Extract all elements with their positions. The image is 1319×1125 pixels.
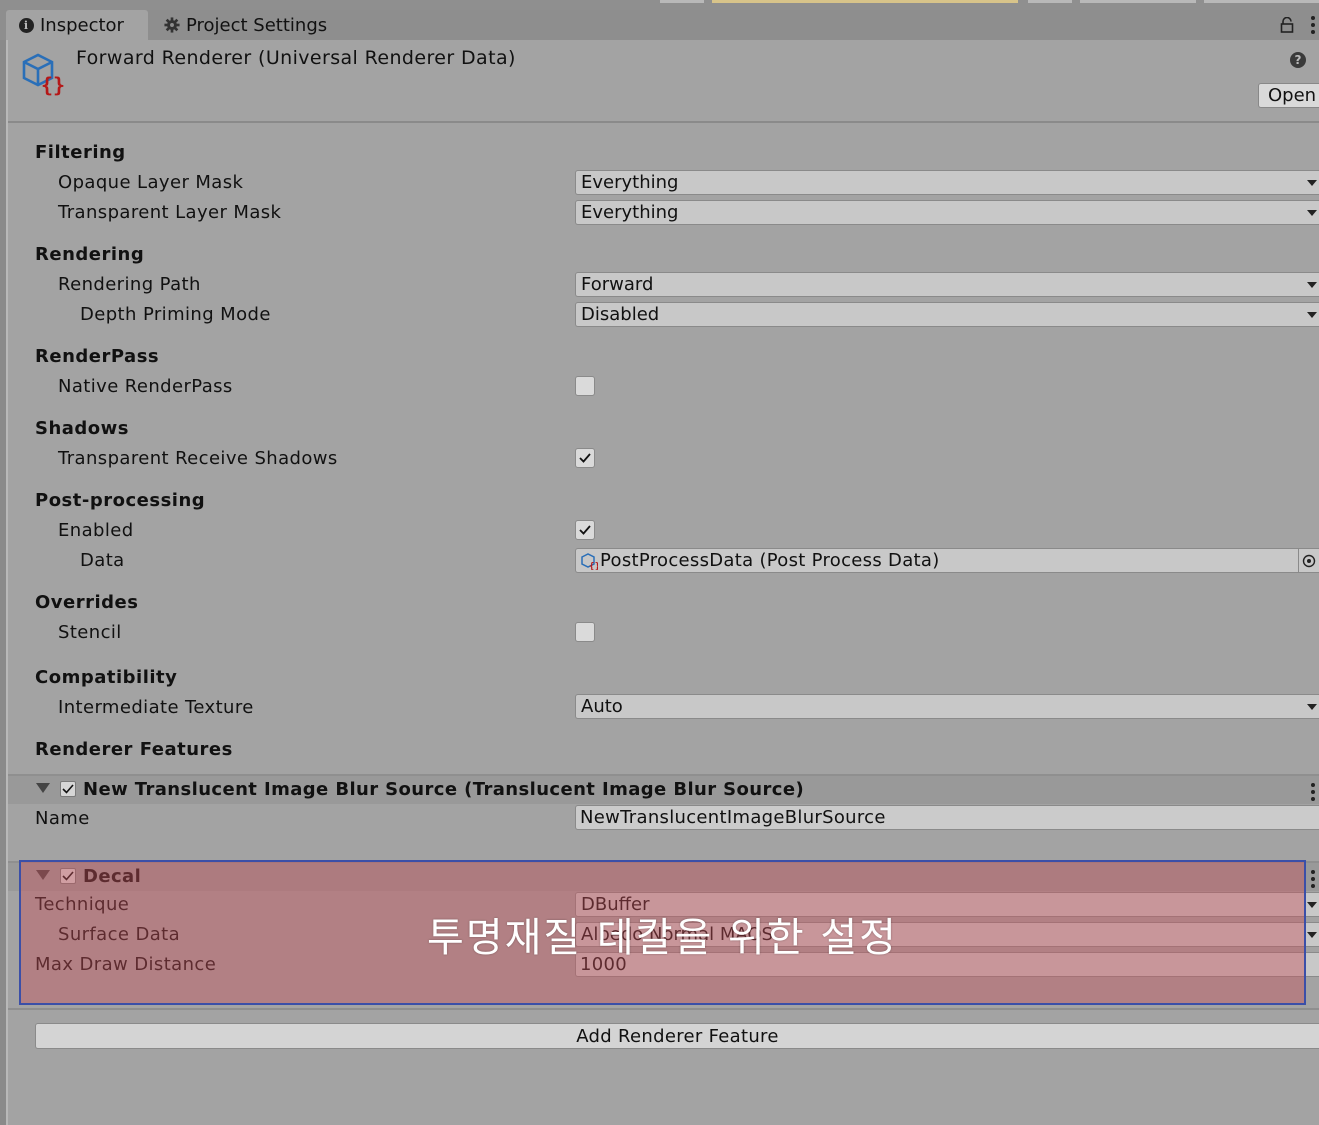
help-icon[interactable]: ? bbox=[1290, 52, 1306, 68]
stencil-label: Stencil bbox=[58, 622, 122, 643]
section-post-processing: Post-processing bbox=[35, 490, 206, 511]
section-renderpass: RenderPass bbox=[35, 346, 160, 367]
feature-enabled-checkbox[interactable] bbox=[60, 781, 76, 797]
features-bottom-divider bbox=[8, 1008, 1319, 1010]
post-processing-enabled-checkbox[interactable] bbox=[575, 520, 595, 540]
toolbar-slot bbox=[1028, 0, 1072, 3]
depth-priming-mode-dropdown[interactable]: Disabled bbox=[575, 302, 1319, 327]
feature-title-blur-source: New Translucent Image Blur Source (Trans… bbox=[83, 779, 805, 800]
opaque-layer-mask-label: Opaque Layer Mask bbox=[58, 172, 244, 193]
tab-inspector-label: Inspector bbox=[40, 14, 124, 36]
transparent-receive-shadows-label: Transparent Receive Shadows bbox=[58, 448, 338, 469]
chevron-down-icon bbox=[1307, 312, 1317, 318]
lock-icon[interactable] bbox=[1280, 16, 1294, 38]
transparent-layer-mask-dropdown[interactable]: Everything bbox=[575, 200, 1319, 225]
svg-text:{}: {} bbox=[41, 73, 65, 96]
section-renderer-features: Renderer Features bbox=[35, 739, 233, 760]
post-process-data-label: Data bbox=[80, 550, 125, 571]
feature-name-value: NewTranslucentImageBlurSource bbox=[580, 807, 886, 828]
tab-project-settings[interactable]: Project Settings bbox=[152, 10, 342, 40]
rendering-path-value: Forward bbox=[581, 274, 654, 295]
section-filtering: Filtering bbox=[35, 142, 126, 163]
stencil-checkbox[interactable] bbox=[575, 622, 595, 642]
toolbar-slot bbox=[1204, 0, 1319, 3]
post-process-data-value: PostProcessData (Post Process Data) bbox=[600, 550, 940, 571]
transparent-layer-mask-label: Transparent Layer Mask bbox=[58, 202, 282, 223]
intermediate-texture-dropdown[interactable]: Auto bbox=[575, 694, 1319, 719]
section-shadows: Shadows bbox=[35, 418, 130, 439]
intermediate-texture-label: Intermediate Texture bbox=[58, 697, 254, 718]
chevron-down-icon bbox=[1307, 210, 1317, 216]
tab-menu-kebab-icon[interactable] bbox=[1311, 16, 1315, 37]
post-process-data-object-field[interactable]: {} PostProcessData (Post Process Data) bbox=[575, 548, 1319, 573]
foldout-arrow-icon[interactable] bbox=[36, 783, 50, 793]
toolbar-slot bbox=[660, 0, 704, 3]
checkmark-icon bbox=[579, 453, 591, 463]
inspector-title: Forward Renderer (Universal Renderer Dat… bbox=[76, 47, 516, 69]
post-processing-enabled-label: Enabled bbox=[58, 520, 134, 541]
object-picker-icon[interactable] bbox=[1298, 549, 1319, 572]
depth-priming-mode-value: Disabled bbox=[581, 304, 660, 325]
native-renderpass-checkbox[interactable] bbox=[575, 376, 595, 396]
add-renderer-feature-button[interactable]: Add Renderer Feature bbox=[35, 1023, 1319, 1049]
chevron-down-icon bbox=[1307, 902, 1317, 908]
chevron-down-icon bbox=[1307, 704, 1317, 710]
transparent-receive-shadows-checkbox[interactable] bbox=[575, 448, 595, 468]
opaque-layer-mask-value: Everything bbox=[581, 172, 679, 193]
feature-menu-kebab-icon[interactable] bbox=[1311, 783, 1315, 804]
section-rendering: Rendering bbox=[35, 244, 145, 265]
intermediate-texture-value: Auto bbox=[581, 696, 623, 717]
gear-icon bbox=[164, 17, 180, 33]
info-icon: i bbox=[18, 17, 34, 33]
feature-name-input[interactable]: NewTranslucentImageBlurSource bbox=[575, 805, 1319, 830]
checkmark-icon bbox=[579, 525, 591, 535]
section-compatibility: Compatibility bbox=[35, 667, 178, 688]
scriptable-object-icon: {} bbox=[580, 552, 598, 570]
chevron-down-icon bbox=[1307, 282, 1317, 288]
tab-project-settings-label: Project Settings bbox=[186, 14, 328, 36]
native-renderpass-label: Native RenderPass bbox=[58, 376, 233, 397]
transparent-layer-mask-value: Everything bbox=[581, 202, 679, 223]
chevron-down-icon bbox=[1307, 180, 1317, 186]
decal-menu-kebab-icon[interactable] bbox=[1311, 870, 1315, 891]
depth-priming-mode-label: Depth Priming Mode bbox=[80, 304, 271, 325]
renderer-data-asset-icon: {} bbox=[20, 52, 66, 101]
toolbar-slot bbox=[1080, 0, 1196, 3]
open-button[interactable]: Open bbox=[1258, 83, 1319, 108]
section-overrides: Overrides bbox=[35, 592, 139, 613]
chevron-down-icon bbox=[1307, 932, 1317, 938]
rendering-path-dropdown[interactable]: Forward bbox=[575, 272, 1319, 297]
tab-inspector[interactable]: i Inspector bbox=[6, 10, 148, 40]
annotation-text: 투명재질 데칼을 위한 설정 bbox=[427, 915, 898, 961]
opaque-layer-mask-dropdown[interactable]: Everything bbox=[575, 170, 1319, 195]
left-edge-line bbox=[6, 40, 8, 1125]
header-divider bbox=[8, 121, 1319, 123]
svg-text:{}: {} bbox=[589, 562, 598, 570]
feature-name-label: Name bbox=[35, 808, 90, 829]
toolbar-slot-active bbox=[712, 0, 1018, 3]
rendering-path-label: Rendering Path bbox=[58, 274, 201, 295]
